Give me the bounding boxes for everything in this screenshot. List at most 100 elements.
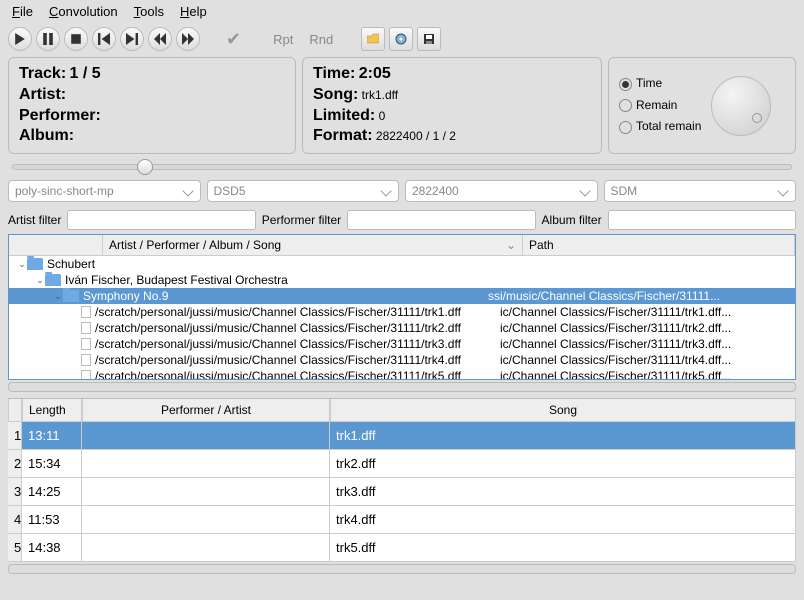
playlist-row-performer xyxy=(82,478,330,505)
tree-row[interactable]: /scratch/personal/jussi/music/Channel Cl… xyxy=(9,336,795,352)
seek-thumb[interactable] xyxy=(137,159,153,175)
tree-row[interactable]: ⌄ Iván Fischer, Budapest Festival Orches… xyxy=(9,272,795,288)
tree-item-path: ...ic/Channel Classics/Fischer/31111/trk… xyxy=(500,305,795,319)
album-filter-input[interactable] xyxy=(608,210,796,230)
file-icon xyxy=(81,338,91,350)
tree-row[interactable]: /scratch/personal/jussi/music/Channel Cl… xyxy=(9,368,795,380)
stop-button[interactable] xyxy=(64,27,88,51)
tree-item-name: /scratch/personal/jussi/music/Channel Cl… xyxy=(95,353,500,367)
radio-time[interactable]: Time xyxy=(619,76,701,92)
playlist-row-performer xyxy=(82,450,330,477)
library-tree: Artist / Performer / Album / Song ⌄ Path… xyxy=(8,234,796,380)
menu-bar: File Convolution Tools Help xyxy=(0,0,804,23)
tree-item-path: ...ic/Channel Classics/Fischer/31111/trk… xyxy=(500,321,795,335)
playlist-row[interactable]: 1 13:11 trk1.dff xyxy=(8,422,796,450)
playlist-row[interactable]: 2 15:34 trk2.dff xyxy=(8,450,796,478)
tree-row[interactable]: /scratch/personal/jussi/music/Channel Cl… xyxy=(9,352,795,368)
rate-select[interactable]: 2822400 xyxy=(405,180,598,202)
tree-header-path[interactable]: Path xyxy=(523,235,795,255)
tree-row[interactable]: ⌄ Schubert xyxy=(9,256,795,272)
playlist-row-length: 15:34 xyxy=(22,450,82,477)
radio-remain[interactable]: Remain xyxy=(619,98,701,114)
prev-track-button[interactable] xyxy=(92,27,116,51)
next-track-button[interactable] xyxy=(120,27,144,51)
menu-help[interactable]: Help xyxy=(180,4,207,19)
folder-icon xyxy=(27,258,43,270)
file-icon xyxy=(81,354,91,366)
chevron-down-icon xyxy=(777,186,788,197)
time-header-label: Time: xyxy=(313,65,355,82)
tree-item-path: ...ic/Channel Classics/Fischer/31111/trk… xyxy=(500,353,795,367)
menu-file[interactable]: File xyxy=(12,4,33,19)
playlist-row-index: 1 xyxy=(8,422,22,449)
song-value: trk1.dff xyxy=(362,88,398,102)
check-icon[interactable]: ✔ xyxy=(222,29,245,50)
save-button[interactable] xyxy=(417,27,441,51)
random-button[interactable]: Rnd xyxy=(303,32,339,47)
playlist-row[interactable]: 5 14:38 trk5.dff xyxy=(8,534,796,562)
tree-header-blank[interactable] xyxy=(9,235,103,255)
chevron-down-icon xyxy=(380,186,391,197)
track-info-panel: Track: 1 / 5 Artist: Performer: Album: xyxy=(8,57,296,154)
tree-header-artist[interactable]: Artist / Performer / Album / Song ⌄ xyxy=(103,235,523,255)
folder-icon xyxy=(45,274,61,286)
song-label: Song: xyxy=(313,86,358,103)
chevron-down-icon xyxy=(579,186,590,197)
playlist-row-song: trk4.dff xyxy=(330,506,796,533)
file-icon xyxy=(81,322,91,334)
radio-total-remain[interactable]: Total remain xyxy=(619,119,701,135)
seek-slider[interactable] xyxy=(12,164,792,170)
limited-value: 0 xyxy=(379,109,386,123)
performer-filter-input[interactable] xyxy=(347,210,535,230)
folder-icon xyxy=(63,290,79,302)
playlist-row[interactable]: 4 11:53 trk4.dff xyxy=(8,506,796,534)
tree-row[interactable]: ⌄ Symphony No.9 ...ssi/music/Channel Cla… xyxy=(9,288,795,304)
dsd-select[interactable]: DSD5 xyxy=(207,180,400,202)
file-icon xyxy=(81,306,91,318)
limited-label: Limited: xyxy=(313,107,375,124)
playlist-header-length[interactable]: Length xyxy=(22,399,82,422)
format-value: 2822400 / 1 / 2 xyxy=(376,129,456,143)
playlist-header-index[interactable] xyxy=(8,399,22,422)
album-label: Album: xyxy=(19,127,74,144)
format-label: Format: xyxy=(313,127,373,144)
album-filter-label: Album filter xyxy=(542,213,602,227)
open-folder-button[interactable] xyxy=(361,27,385,51)
playlist-row-length: 14:38 xyxy=(22,534,82,561)
tree-row[interactable]: /scratch/personal/jussi/music/Channel Cl… xyxy=(9,304,795,320)
seek-back-button[interactable] xyxy=(148,27,172,51)
playlist-row-performer xyxy=(82,506,330,533)
tree-hscrollbar[interactable] xyxy=(8,382,796,392)
volume-knob[interactable] xyxy=(711,76,771,136)
repeat-button[interactable]: Rpt xyxy=(267,32,299,47)
playlist-header-performer[interactable]: Performer / Artist xyxy=(82,399,330,422)
tree-item-name: /scratch/personal/jussi/music/Channel Cl… xyxy=(95,369,500,380)
playlist-row-song: trk1.dff xyxy=(330,422,796,449)
playlist-row-length: 14:25 xyxy=(22,478,82,505)
playlist-table: Length Performer / Artist Song 1 13:11 t… xyxy=(8,398,796,562)
pause-button[interactable] xyxy=(36,27,60,51)
sdm-select[interactable]: SDM xyxy=(604,180,797,202)
playlist-header-song[interactable]: Song xyxy=(330,399,796,422)
filter-type-select[interactable]: poly-sinc-short-mp xyxy=(8,180,201,202)
tree-item-name: Schubert xyxy=(47,257,452,271)
playlist-row-index: 2 xyxy=(8,450,22,477)
play-button[interactable] xyxy=(8,27,32,51)
tree-item-name: Symphony No.9 xyxy=(83,289,488,303)
menu-convolution[interactable]: Convolution xyxy=(49,4,118,19)
seek-fwd-button[interactable] xyxy=(176,27,200,51)
playlist-row-index: 4 xyxy=(8,506,22,533)
radio-remain-label: Remain xyxy=(636,98,677,114)
playlist-row[interactable]: 3 14:25 trk3.dff xyxy=(8,478,796,506)
track-header-label: Track: xyxy=(19,65,66,82)
file-icon xyxy=(81,370,91,380)
artist-filter-input[interactable] xyxy=(67,210,255,230)
playlist-row-song: trk3.dff xyxy=(330,478,796,505)
tree-item-path: ...ic/Channel Classics/Fischer/31111/trk… xyxy=(500,369,795,380)
tree-row[interactable]: /scratch/personal/jussi/music/Channel Cl… xyxy=(9,320,795,336)
menu-tools[interactable]: Tools xyxy=(134,4,164,19)
cd-button[interactable] xyxy=(389,27,413,51)
playlist-row-index: 3 xyxy=(8,478,22,505)
playlist-hscrollbar[interactable] xyxy=(8,564,796,574)
radio-total-label: Total remain xyxy=(636,119,701,135)
